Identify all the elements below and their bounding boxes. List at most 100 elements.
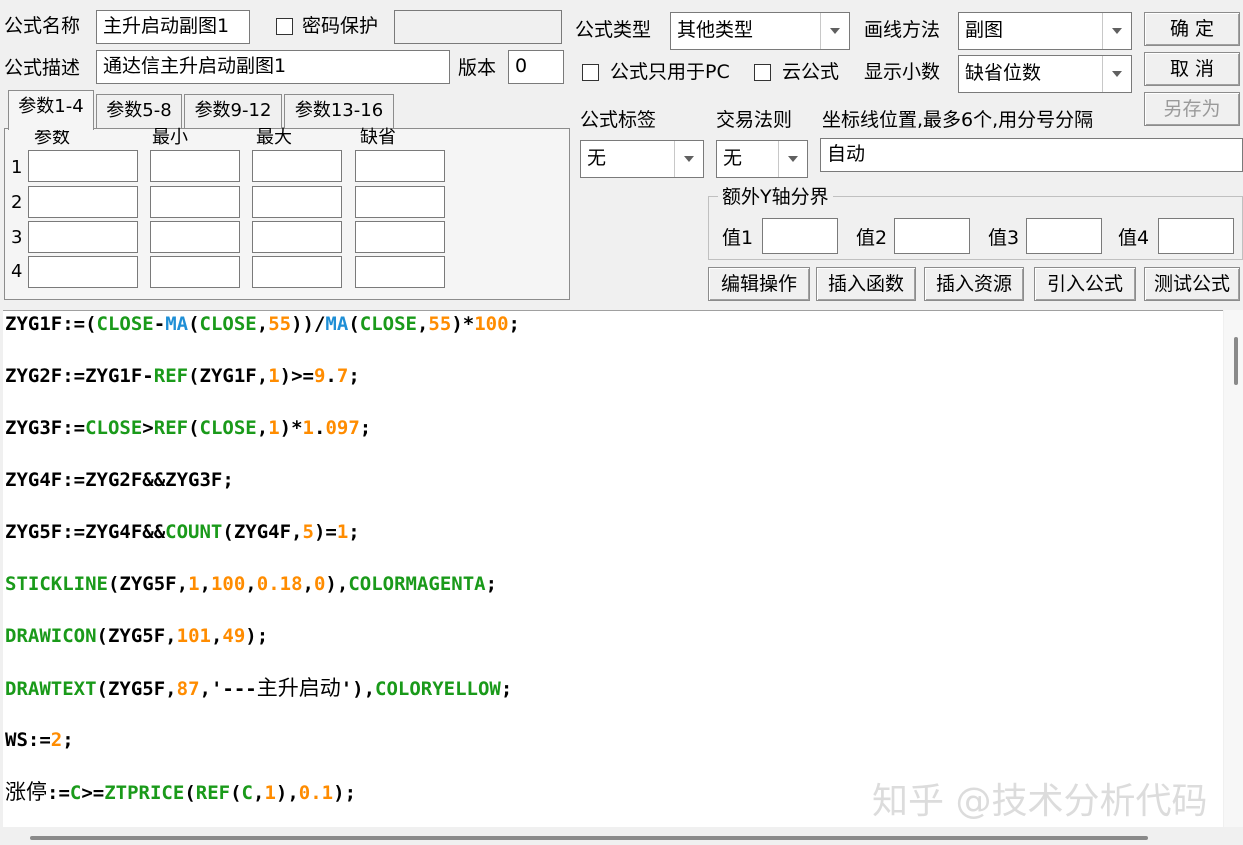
param-row-index: 3 bbox=[11, 227, 23, 248]
param-name-input[interactable] bbox=[28, 186, 138, 218]
code-token: COUNT bbox=[165, 521, 223, 543]
code-editor[interactable]: ZYG1F:=(CLOSE-MA(CLOSE,55))/MA(CLOSE,55)… bbox=[3, 310, 1223, 828]
trade-rule-select[interactable]: 无 bbox=[716, 140, 808, 178]
chevron-down-icon[interactable] bbox=[674, 141, 703, 177]
param-name-input[interactable] bbox=[28, 150, 138, 182]
param-default-input[interactable] bbox=[355, 221, 445, 253]
y-axis-group-label: 额外Y轴分界 bbox=[718, 185, 833, 209]
tab-params-5-8[interactable]: 参数5-8 bbox=[96, 94, 182, 128]
horizontal-scroll-thumb[interactable] bbox=[30, 836, 1148, 840]
code-line[interactable]: DRAWTEXT(ZYG5F,87,'---主升启动'),COLORYELLOW… bbox=[5, 675, 512, 702]
code-token: 55 bbox=[268, 313, 292, 335]
chevron-down-icon[interactable] bbox=[1102, 13, 1131, 49]
code-token: ( bbox=[184, 782, 196, 804]
param-default-input[interactable] bbox=[355, 186, 445, 218]
tab-params-9-12[interactable]: 参数9-12 bbox=[184, 94, 282, 128]
code-token: ( bbox=[222, 521, 234, 543]
code-token: C bbox=[241, 782, 253, 804]
code-line[interactable]: ZYG4F:=ZYG2F&&ZYG3F; bbox=[5, 467, 234, 493]
code-token: 主升启动 bbox=[256, 676, 341, 700]
code-token: . bbox=[313, 417, 326, 439]
value2-input[interactable] bbox=[894, 218, 970, 254]
password-input[interactable] bbox=[394, 10, 562, 44]
code-line[interactable]: ZYG3F:=CLOSE>REF(CLOSE,1)*1.097; bbox=[5, 415, 371, 441]
edit-ops-button[interactable]: 编辑操作 bbox=[708, 267, 810, 301]
param-name-input[interactable] bbox=[28, 256, 138, 288]
code-token: >= bbox=[81, 782, 105, 804]
value4-input[interactable] bbox=[1158, 218, 1234, 254]
code-token: 0.18 bbox=[256, 573, 303, 595]
decimals-value: 缺省位数 bbox=[965, 62, 1042, 84]
vertical-scroll-thumb[interactable] bbox=[1234, 337, 1238, 385]
code-line[interactable]: WS:=2; bbox=[5, 727, 74, 753]
param-min-input[interactable] bbox=[150, 221, 240, 253]
code-token: ZYG5F bbox=[107, 678, 166, 700]
code-token: 7 bbox=[336, 365, 349, 387]
formula-type-select[interactable]: 其他类型 bbox=[670, 12, 850, 50]
code-line[interactable]: ZYG1F:=(CLOSE-MA(CLOSE,55))/MA(CLOSE,55)… bbox=[5, 311, 520, 337]
code-line[interactable]: 涨停:=C>=ZTPRICE(REF(C,1),0.1); bbox=[5, 779, 356, 806]
code-token: ( bbox=[188, 313, 200, 335]
param-max-input[interactable] bbox=[252, 150, 342, 182]
code-token: ZYG1F bbox=[85, 365, 143, 387]
tab-params-1-4[interactable]: 参数1-4 bbox=[8, 90, 94, 130]
code-line[interactable]: ZYG2F:=ZYG1F-REF(ZYG1F,1)>=9.7; bbox=[5, 363, 360, 389]
import-formula-button[interactable]: 引入公式 bbox=[1034, 267, 1136, 301]
chevron-down-icon[interactable] bbox=[1102, 56, 1131, 92]
value1-input[interactable] bbox=[762, 218, 838, 254]
pc-only-checkbox[interactable] bbox=[582, 64, 599, 81]
param-default-input[interactable] bbox=[355, 150, 445, 182]
param-max-input[interactable] bbox=[252, 221, 342, 253]
param-name-input[interactable] bbox=[28, 221, 138, 253]
code-line[interactable]: DRAWICON(ZYG5F,101,49); bbox=[5, 623, 268, 649]
code-token: ; bbox=[348, 521, 360, 543]
formula-name-label: 公式名称 bbox=[4, 15, 81, 37]
trade-rule-label: 交易法则 bbox=[716, 109, 793, 131]
param-min-input[interactable] bbox=[150, 186, 240, 218]
max-col-header: 最大 bbox=[256, 127, 292, 148]
param-row-index: 1 bbox=[11, 157, 23, 178]
formula-desc-input[interactable]: 通达信主升启动副图1 bbox=[96, 50, 450, 84]
vertical-scrollbar[interactable] bbox=[1224, 310, 1243, 827]
code-token: ( bbox=[348, 313, 360, 335]
code-token: CLOSE bbox=[199, 417, 257, 439]
save-as-button[interactable]: 另存为 bbox=[1144, 92, 1240, 126]
axis-position-input[interactable]: 自动 bbox=[820, 138, 1243, 172]
param-min-input[interactable] bbox=[150, 256, 240, 288]
code-token: ZYG2F&&ZYG3F bbox=[85, 469, 223, 491]
insert-function-button[interactable]: 插入函数 bbox=[816, 267, 916, 301]
formula-tag-select[interactable]: 无 bbox=[580, 140, 704, 178]
cloud-checkbox[interactable] bbox=[754, 64, 771, 81]
axis-position-label: 坐标线位置,最多6个,用分号分隔 bbox=[822, 109, 1094, 131]
code-token: - bbox=[142, 365, 154, 387]
draw-method-select[interactable]: 副图 bbox=[958, 12, 1132, 50]
code-token: ZYG5F bbox=[5, 521, 63, 543]
cancel-button[interactable]: 取 消 bbox=[1144, 52, 1240, 86]
code-token: 1 bbox=[268, 417, 280, 439]
code-token: ( bbox=[188, 417, 200, 439]
code-token: '), bbox=[340, 678, 376, 700]
test-formula-button[interactable]: 测试公式 bbox=[1144, 267, 1240, 301]
param-min-input[interactable] bbox=[150, 150, 240, 182]
code-token: WS bbox=[5, 729, 28, 751]
password-checkbox[interactable] bbox=[276, 18, 293, 35]
tab-params-13-16[interactable]: 参数13-16 bbox=[284, 94, 394, 128]
code-token: := bbox=[62, 313, 86, 335]
code-line[interactable]: STICKLINE(ZYG5F,1,100,0.18,0),COLORMAGEN… bbox=[5, 571, 497, 597]
insert-resource-button[interactable]: 插入资源 bbox=[924, 267, 1024, 301]
param-max-input[interactable] bbox=[252, 256, 342, 288]
formula-name-input[interactable]: 主升启动副图1 bbox=[96, 10, 250, 44]
ok-button[interactable]: 确 定 bbox=[1144, 12, 1240, 46]
min-col-header: 最小 bbox=[152, 127, 188, 148]
code-line[interactable]: ZYG5F:=ZYG4F&&COUNT(ZYG4F,5)=1; bbox=[5, 519, 360, 545]
code-token: ( bbox=[96, 625, 108, 647]
value3-input[interactable] bbox=[1026, 218, 1102, 254]
decimals-select[interactable]: 缺省位数 bbox=[958, 55, 1132, 93]
code-token: MA bbox=[325, 313, 349, 335]
chevron-down-icon[interactable] bbox=[778, 141, 807, 177]
code-token: DRAWTEXT bbox=[5, 678, 97, 700]
param-max-input[interactable] bbox=[252, 186, 342, 218]
chevron-down-icon[interactable] bbox=[820, 13, 849, 49]
param-default-input[interactable] bbox=[355, 256, 445, 288]
version-input[interactable]: 0 bbox=[508, 50, 564, 84]
